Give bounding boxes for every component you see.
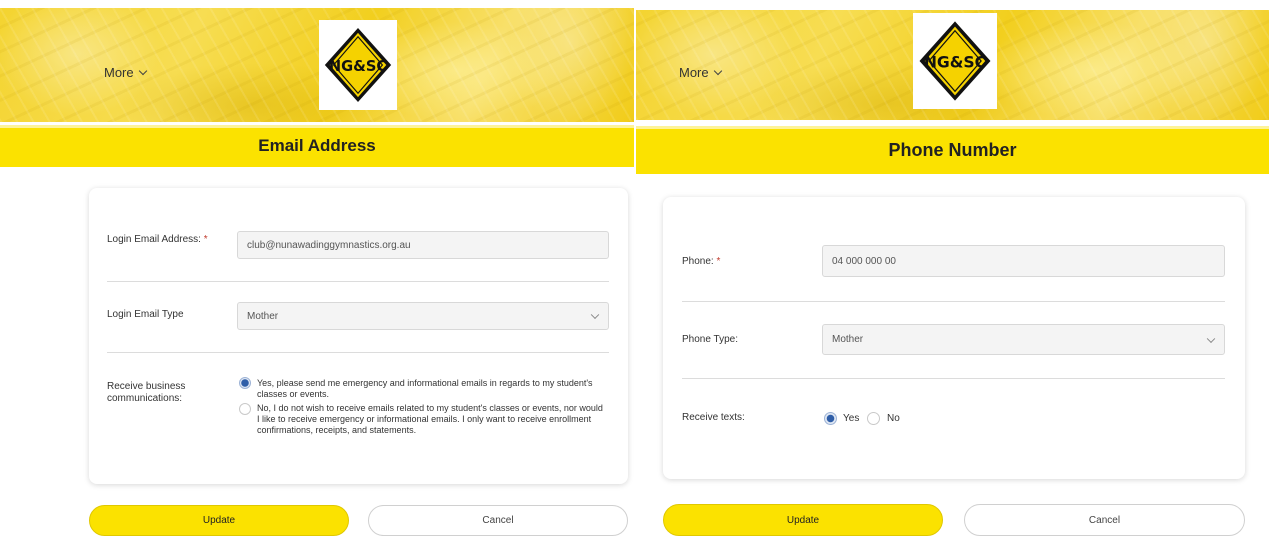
phone-type-value: Mother [832, 334, 864, 345]
login-email-input[interactable]: club@nunawadinggymnastics.org.au [237, 231, 609, 259]
header-banner: More [0, 8, 634, 122]
page-title: Phone Number [888, 139, 1017, 160]
texts-no-radio[interactable] [867, 412, 880, 425]
required-marker: * [203, 234, 208, 245]
phone-type-select[interactable]: Mother [822, 324, 1225, 355]
login-email-label: Login Email Address: * [107, 234, 208, 245]
communications-yes-radio[interactable] [239, 377, 251, 389]
texts-yes-label: Yes [843, 413, 860, 424]
logo-diamond-icon: NG&SC [919, 21, 991, 101]
login-email-type-label: Login Email Type [107, 309, 184, 320]
update-button[interactable]: Update [663, 504, 943, 536]
business-communications-label: Receive business communications: [107, 381, 186, 404]
divider [107, 352, 609, 353]
more-menu-label: More [679, 65, 709, 80]
email-form-card: Login Email Address: * club@nunawadinggy… [89, 188, 628, 484]
club-logo[interactable]: NG&SC [319, 20, 397, 110]
club-logo[interactable]: NG&SC [913, 13, 997, 109]
page-title: Email Address [258, 136, 376, 155]
communications-no-text: No, I do not wish to receive emails rela… [257, 403, 603, 435]
more-menu[interactable]: More [104, 65, 147, 80]
chevron-down-icon [1206, 334, 1216, 343]
phone-type-label: Phone Type: [682, 334, 738, 345]
login-email-type-select[interactable]: Mother [237, 302, 609, 330]
login-email-value: club@nunawadinggymnastics.org.au [247, 239, 411, 251]
texts-no-label: No [887, 413, 900, 424]
update-button[interactable]: Update [89, 505, 349, 536]
phone-label: Phone: * [682, 256, 721, 267]
page-title-bar: Phone Number [636, 126, 1269, 174]
divider [107, 281, 609, 282]
top-strip [0, 0, 634, 6]
chevron-down-icon [138, 66, 147, 76]
login-email-type-value: Mother [247, 310, 279, 322]
communications-yes-text: Yes, please send me emergency and inform… [257, 378, 593, 399]
page-title-bar: Email Address [0, 125, 634, 167]
screenshot-root: More NG&SC Email Address Login Email Add… [0, 0, 1269, 558]
cancel-button[interactable]: Cancel [964, 504, 1245, 536]
logo-diamond-icon: NG&SC [324, 27, 392, 103]
phone-value: 04 000 000 00 [832, 255, 896, 267]
chevron-down-icon [590, 310, 600, 320]
texts-yes-radio[interactable] [824, 412, 837, 425]
receive-texts-label: Receive texts: [682, 412, 745, 423]
phone-form-card: Phone: * 04 000 000 00 Phone Type: Mothe… [663, 197, 1245, 479]
chevron-down-icon [713, 66, 722, 76]
phone-input[interactable]: 04 000 000 00 [822, 245, 1225, 277]
communications-no-radio[interactable] [239, 403, 251, 415]
divider [682, 301, 1225, 302]
logo-text: NG&SC [924, 52, 986, 71]
required-marker: * [716, 256, 721, 267]
logo-text: NG&SC [329, 58, 387, 75]
more-menu-label: More [104, 65, 134, 80]
phone-number-panel: More NG&SC Phone Number Phone: * 04 000 … [636, 0, 1269, 558]
more-menu[interactable]: More [679, 65, 722, 80]
email-address-panel: More NG&SC Email Address Login Email Add… [0, 0, 634, 558]
divider [682, 378, 1225, 379]
cancel-button[interactable]: Cancel [368, 505, 628, 536]
